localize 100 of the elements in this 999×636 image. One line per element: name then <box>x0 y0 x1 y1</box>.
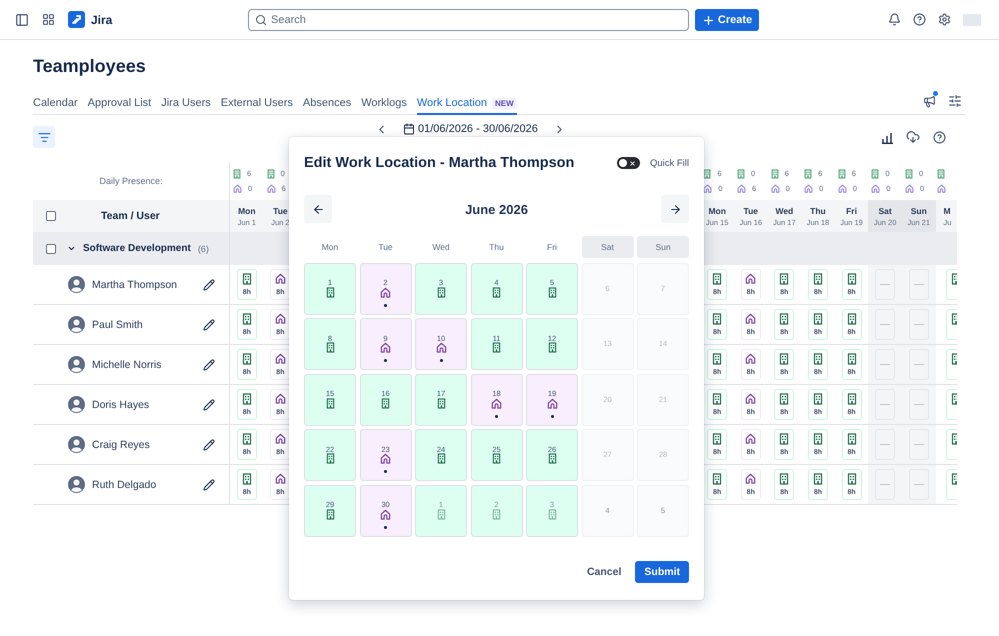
x-icon <box>628 160 636 166</box>
house-icon <box>770 184 780 193</box>
building-icon <box>812 273 823 285</box>
tab[interactable]: Approval List <box>88 97 152 115</box>
user-avatar-icon <box>68 436 85 453</box>
building-icon <box>436 286 446 298</box>
tab[interactable]: Calendar <box>33 97 78 115</box>
building-icon <box>492 342 501 354</box>
building-icon <box>779 353 790 365</box>
building-icon <box>242 273 252 285</box>
house-icon <box>274 433 286 444</box>
house-icon <box>380 453 391 464</box>
user-name[interactable]: Ruth Delgado <box>92 478 203 490</box>
previous-month-button[interactable] <box>304 195 332 223</box>
building-icon <box>846 433 857 445</box>
tab[interactable]: Worklogs <box>361 97 407 115</box>
building-icon <box>548 342 556 354</box>
edit-icon[interactable] <box>203 318 215 330</box>
cancel-button[interactable]: Cancel <box>586 566 622 578</box>
dialog-title: Edit Work Location - Martha Thompson <box>304 155 576 171</box>
building-icon <box>381 398 390 409</box>
house-icon <box>736 184 746 193</box>
building-icon <box>492 286 501 298</box>
building-icon <box>804 168 812 178</box>
building-icon <box>326 286 334 298</box>
edit-icon[interactable] <box>203 478 215 490</box>
tab[interactable]: Work Location NEW <box>416 97 517 115</box>
user-name[interactable]: Paul Smith <box>92 318 203 330</box>
edit-icon[interactable] <box>203 278 215 290</box>
house-icon <box>745 273 756 284</box>
weekday-header: Fri <box>546 241 558 254</box>
house-icon <box>871 184 880 193</box>
user-name[interactable]: Doris Hayes <box>92 398 203 410</box>
house-icon <box>274 313 286 324</box>
building-icon <box>436 508 446 520</box>
building-icon <box>712 353 722 365</box>
edit-icon[interactable] <box>203 398 215 410</box>
building-icon <box>712 433 722 445</box>
house-icon <box>436 342 446 354</box>
toggle-label: Quick Fill <box>650 158 689 168</box>
filter-button[interactable] <box>33 126 55 148</box>
expand-chevron-icon[interactable] <box>67 244 76 253</box>
house-icon <box>745 433 756 444</box>
house-icon <box>804 184 814 193</box>
building-icon <box>712 273 722 285</box>
date-range[interactable]: 01/06/2026 - 30/06/2026 <box>403 123 538 135</box>
house-icon <box>274 273 286 284</box>
plus-icon <box>702 14 715 26</box>
weekday-header: Mon <box>320 241 340 254</box>
weekday-header: Sat <box>582 236 634 258</box>
user-name[interactable]: Martha Thompson <box>92 278 203 290</box>
building-icon <box>266 168 275 178</box>
building-icon <box>736 168 745 178</box>
house-icon <box>904 184 914 193</box>
user-avatar-icon <box>68 316 85 333</box>
edit-icon[interactable] <box>203 358 215 370</box>
house-icon <box>745 393 756 404</box>
building-icon <box>812 393 823 405</box>
house-icon <box>491 398 502 409</box>
building-icon <box>436 453 446 464</box>
month-label: June 2026 <box>464 202 529 216</box>
building-icon <box>779 273 790 285</box>
filter-icon <box>38 130 50 144</box>
building-icon <box>838 168 846 178</box>
building-icon <box>242 433 252 445</box>
building-icon <box>812 433 823 445</box>
user-name[interactable]: Michelle Norris <box>92 358 203 370</box>
weekday-header: Sun <box>637 236 689 258</box>
tab[interactable]: Absences <box>302 97 352 115</box>
building-icon <box>812 353 823 365</box>
house-icon <box>745 313 756 324</box>
building-icon <box>846 473 857 485</box>
building-icon <box>712 393 722 405</box>
house-icon <box>266 184 276 193</box>
building-icon <box>548 286 556 298</box>
edit-icon[interactable] <box>203 438 215 450</box>
building-icon <box>712 473 722 485</box>
submit-button[interactable]: Submit <box>635 560 689 582</box>
user-avatar-icon <box>68 276 85 293</box>
user-name[interactable]: Craig Reyes <box>92 438 203 450</box>
house-icon <box>380 342 391 354</box>
tab[interactable]: Jira Users <box>161 97 211 115</box>
presence-label: Daily Presence: <box>98 175 164 188</box>
page-title: Teamployees <box>33 56 147 77</box>
tab[interactable]: External Users <box>220 97 293 115</box>
search-field[interactable]: Search <box>248 9 689 31</box>
building-icon <box>779 313 790 325</box>
building-icon <box>846 313 857 325</box>
checkbox[interactable] <box>46 244 56 254</box>
building-icon <box>326 398 334 409</box>
arrow-right-icon <box>668 202 682 216</box>
checkbox[interactable] <box>46 211 56 221</box>
quick-fill-toggle[interactable] <box>616 157 640 169</box>
create-button[interactable]: Create <box>695 9 759 31</box>
arrow-left-icon <box>312 202 324 216</box>
building-icon <box>326 508 334 520</box>
house-icon <box>703 184 712 193</box>
building-icon <box>548 453 556 464</box>
app-logo-icon[interactable] <box>68 11 85 28</box>
next-month-button[interactable] <box>661 195 689 223</box>
